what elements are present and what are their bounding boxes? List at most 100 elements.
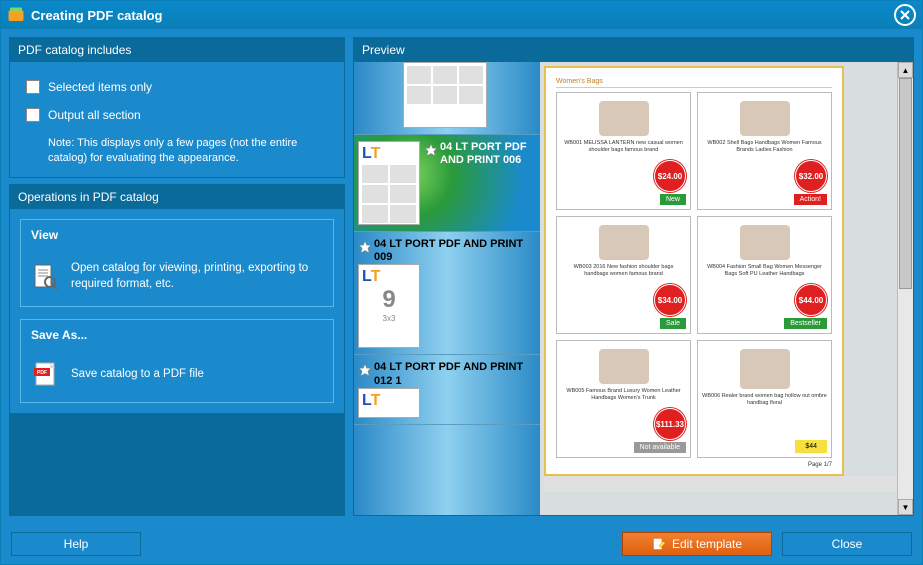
preview-panel: Preview 04 LT PORT PDF AND PRINT 006 LT — [353, 37, 914, 516]
scroll-up-button[interactable]: ▲ — [898, 62, 913, 78]
price-circle: $32.00 — [795, 160, 827, 192]
star-icon — [358, 363, 372, 377]
product-image — [599, 349, 649, 384]
close-icon — [900, 10, 910, 20]
view-title: View — [31, 228, 323, 242]
product-card: WB004 Fashion Small Bag Women Messenger … — [697, 216, 832, 334]
product-image — [740, 349, 790, 389]
product-card: WB002 Shell Bags Handbags Women Famous B… — [697, 92, 832, 210]
product-image — [740, 101, 790, 136]
page-number: Page 1/7 — [808, 462, 832, 468]
template-list[interactable]: 04 LT PORT PDF AND PRINT 006 LT 04 LT PO… — [354, 62, 540, 515]
product-image — [740, 225, 790, 260]
help-button[interactable]: Help — [11, 532, 141, 556]
svg-text:PDF: PDF — [37, 370, 47, 376]
template-thumb: LT 9 3x3 — [358, 264, 420, 348]
scroll-track[interactable] — [898, 78, 913, 499]
dialog-window: Creating PDF catalog PDF catalog include… — [0, 0, 923, 565]
template-item[interactable] — [354, 62, 540, 135]
saveas-title: Save As... — [31, 328, 323, 342]
star-icon — [358, 240, 372, 254]
template-item-selected[interactable]: 04 LT PORT PDF AND PRINT 006 LT — [354, 135, 540, 232]
close-button[interactable]: Close — [782, 532, 912, 556]
price-circle: $24.00 — [654, 160, 686, 192]
product-badge: Sale — [660, 318, 686, 329]
product-name: WB005 Famous Brand Luxury Women Leather … — [561, 388, 686, 406]
template-thumb: LT — [358, 388, 420, 418]
product-card: WB003 2016 New fashion shoulder bags han… — [556, 216, 691, 334]
preview-hscroll[interactable] — [544, 476, 897, 492]
product-footer: $44.00Bestseller — [702, 284, 827, 329]
edit-icon — [652, 537, 666, 551]
product-image — [599, 225, 649, 260]
template-label: 04 LT PORT PDF AND PRINT 009 — [374, 238, 536, 264]
scroll-thumb[interactable] — [899, 78, 912, 289]
option-selected-items[interactable]: Selected items only — [26, 80, 334, 94]
operations-header: Operations in PDF catalog — [10, 185, 344, 209]
template-thumb — [403, 62, 487, 128]
template-item[interactable]: 04 LT PORT PDF AND PRINT 009 LT 9 3x3 — [354, 232, 540, 355]
save-pdf-action[interactable]: PDF Save catalog to a PDF file — [31, 360, 323, 388]
button-label: Close — [832, 537, 863, 551]
titlebar: Creating PDF catalog — [1, 1, 922, 29]
product-footer: $111.33 Not available — [561, 408, 686, 453]
button-label: Edit template — [672, 537, 742, 551]
dialog-footer: Help Edit template Close — [1, 524, 922, 564]
action-label: Open catalog for viewing, printing, expo… — [71, 260, 323, 292]
window-title: Creating PDF catalog — [31, 8, 894, 23]
product-name: WB006 Realer brand women bag hollow out … — [702, 393, 827, 411]
product-footer: $44 — [702, 440, 827, 453]
product-footer: $32.00 Action! — [702, 160, 827, 205]
product-badge: New — [660, 194, 686, 205]
operations-body: View Open catalog for viewing, printing,… — [10, 209, 344, 413]
star-icon — [424, 143, 438, 157]
product-name: WB004 Fashion Small Bag Women Messenger … — [702, 264, 827, 282]
template-label: 04 LT PORT PDF AND PRINT 006 — [440, 141, 536, 225]
product-image — [599, 101, 649, 136]
includes-body: Selected items only Output all section N… — [10, 62, 344, 177]
option-output-all[interactable]: Output all section — [26, 108, 334, 122]
catalog-page: Women's Bags WB001 MELISSA LANTERN new c… — [544, 66, 844, 476]
template-item[interactable]: 04 LT PORT PDF AND PRINT 012 1 LT — [354, 355, 540, 424]
action-label: Save catalog to a PDF file — [71, 366, 204, 382]
pdf-icon: PDF — [31, 360, 59, 388]
price-circle: $34.00 — [654, 284, 686, 316]
product-name: WB001 MELISSA LANTERN new casual women s… — [561, 140, 686, 158]
dialog-body: PDF catalog includes Selected items only… — [1, 29, 922, 524]
product-name: WB002 Shell Bags Handbags Women Famous B… — [702, 140, 827, 158]
includes-panel: PDF catalog includes Selected items only… — [9, 37, 345, 178]
button-label: Help — [64, 537, 89, 551]
product-badge: Not available — [634, 442, 686, 453]
includes-note: Note: This displays only a few pages (no… — [48, 136, 334, 167]
product-card: WB005 Famous Brand Luxury Women Leather … — [556, 340, 691, 458]
template-label: 04 LT PORT PDF AND PRINT 012 1 — [374, 361, 536, 387]
open-catalog-action[interactable]: Open catalog for viewing, printing, expo… — [31, 260, 323, 292]
product-badge: $44 — [795, 440, 827, 453]
preview-body: 04 LT PORT PDF AND PRINT 006 LT 04 LT PO… — [354, 62, 913, 515]
product-footer: $24.00 New — [561, 160, 686, 205]
product-grid: WB001 MELISSA LANTERN new casual women s… — [556, 92, 832, 458]
window-close-button[interactable] — [894, 4, 916, 26]
saveas-box: Save As... PDF Save catalog to a PDF fil… — [20, 319, 334, 403]
product-badge: Action! — [794, 194, 827, 205]
checkbox-icon — [26, 108, 40, 122]
edit-template-button[interactable]: Edit template — [622, 532, 772, 556]
product-name: WB003 2016 New fashion shoulder bags han… — [561, 264, 686, 282]
operations-panel: Operations in PDF catalog View Open cata… — [9, 184, 345, 516]
document-icon — [31, 262, 59, 290]
view-box: View Open catalog for viewing, printing,… — [20, 219, 334, 307]
product-badge: Bestseller — [784, 318, 827, 329]
includes-header: PDF catalog includes — [10, 38, 344, 62]
left-column: PDF catalog includes Selected items only… — [9, 37, 345, 516]
product-card: WB006 Realer brand women bag hollow out … — [697, 340, 832, 458]
scroll-down-button[interactable]: ▼ — [898, 499, 913, 515]
product-footer: $34.00 Sale — [561, 284, 686, 329]
app-icon — [7, 6, 25, 24]
template-thumb: LT — [358, 141, 420, 225]
page-preview-area[interactable]: Women's Bags WB001 MELISSA LANTERN new c… — [540, 62, 897, 515]
preview-header: Preview — [354, 38, 913, 62]
category-title: Women's Bags — [556, 78, 832, 88]
price-circle: $111.33 — [654, 408, 686, 440]
checkbox-icon — [26, 80, 40, 94]
preview-vscrollbar[interactable]: ▲ ▼ — [897, 62, 913, 515]
